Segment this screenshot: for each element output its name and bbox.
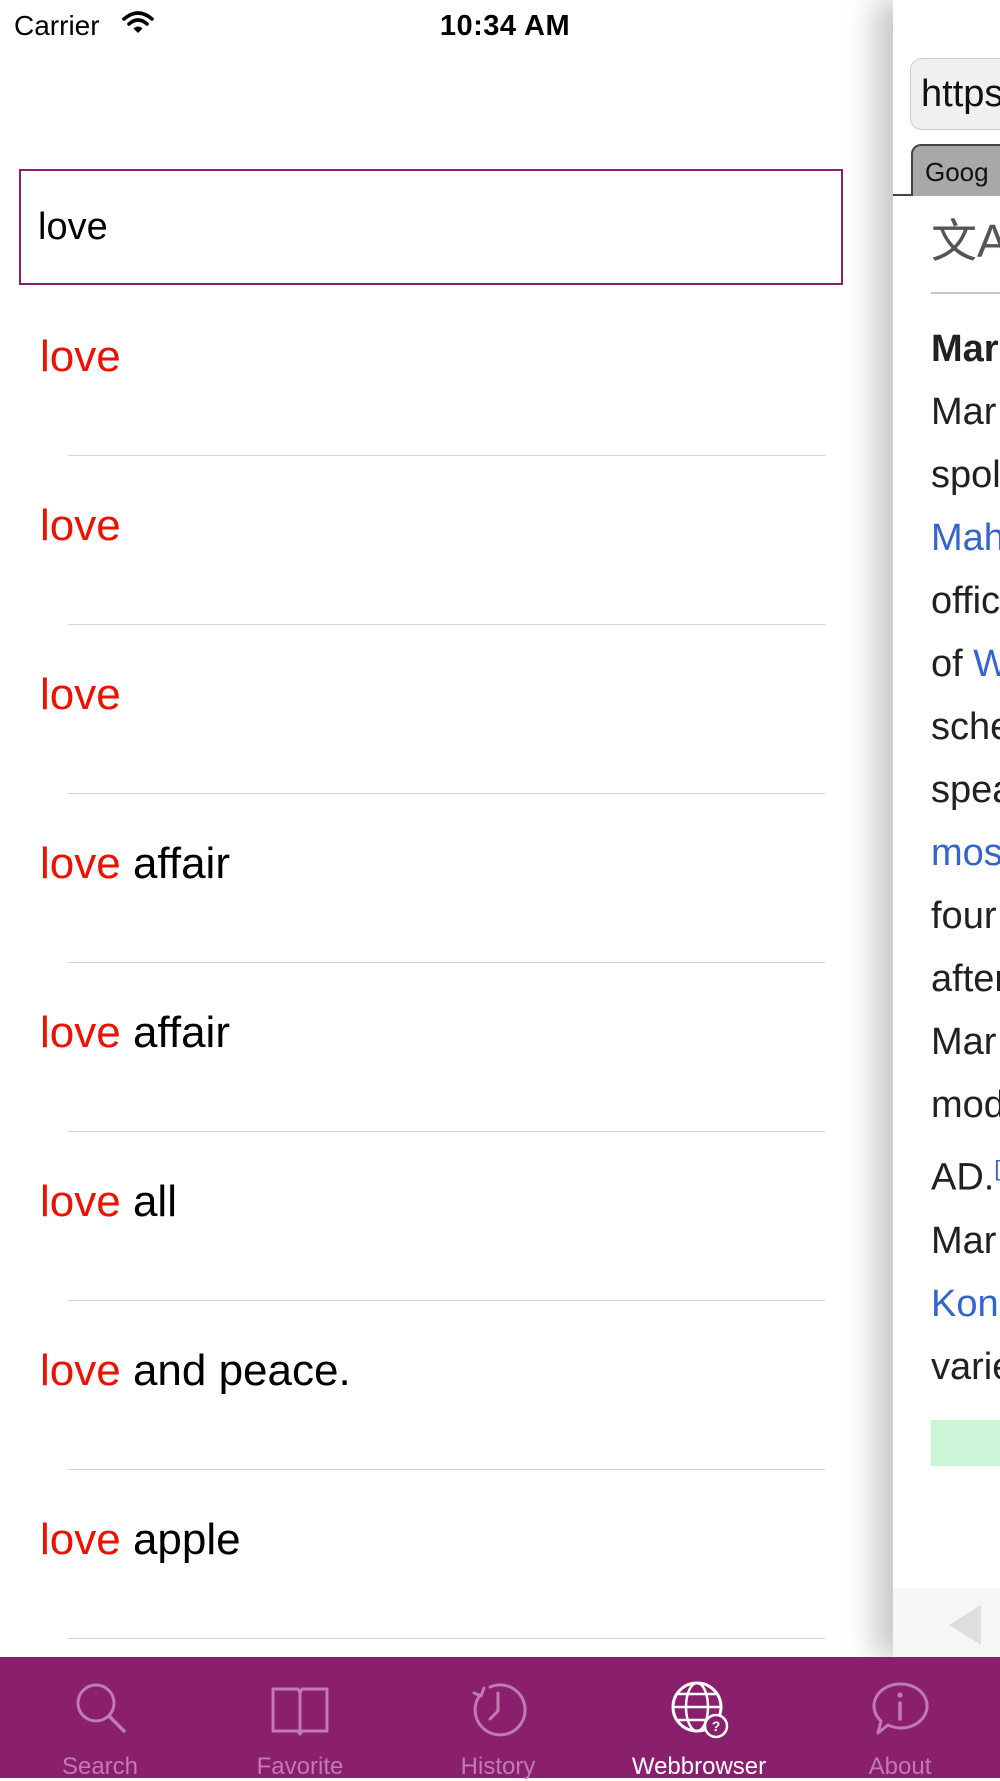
article-line-text: Kon	[931, 1282, 999, 1325]
article-line[interactable]: Kon	[931, 1273, 1000, 1336]
tab-bar: Search Favorite History ? Webbrowser Abo…	[0, 1657, 1000, 1780]
result-row[interactable]: love apple	[0, 1470, 825, 1639]
book-icon	[270, 1679, 330, 1739]
tab-favorite[interactable]: Favorite	[235, 1657, 365, 1780]
browser-toolbar	[893, 1588, 1000, 1657]
info-box	[931, 1420, 1000, 1466]
result-text: love	[40, 501, 121, 551]
search-icon	[70, 1679, 130, 1739]
article-link[interactable]: W	[973, 643, 1000, 685]
result-text: love affair	[40, 1008, 230, 1058]
search-field[interactable]	[19, 169, 843, 285]
article-line-text: sche	[931, 706, 1000, 748]
result-rest: all	[120, 1177, 177, 1226]
article-line: mod	[931, 1074, 1000, 1137]
article-line[interactable]: mos	[931, 822, 1000, 885]
citation-link[interactable]: [	[994, 1156, 1000, 1181]
tab-history-label: History	[460, 1753, 536, 1780]
browser-tab[interactable]: Goog	[911, 144, 1000, 196]
article-line: Mar	[931, 1011, 1000, 1074]
results-list: love love love love affair love affair love a…	[0, 287, 825, 1639]
article-line-text: AD.	[931, 1156, 995, 1199]
article-line: after	[931, 948, 1000, 1011]
divider	[931, 292, 1000, 294]
result-rest: and peace.	[120, 1346, 351, 1395]
article-line-text: spol	[931, 454, 1000, 496]
tab-about[interactable]: About	[838, 1657, 962, 1780]
row-separator	[68, 1638, 825, 1639]
tab-favorite-label: Favorite	[256, 1753, 344, 1780]
article-line: spea	[931, 759, 1000, 822]
article-line-text: spea	[931, 769, 1000, 811]
search-input[interactable]	[38, 171, 831, 283]
url-field[interactable]: https	[910, 58, 1000, 130]
article-line: of W	[931, 633, 1000, 696]
result-highlight: love	[40, 1346, 121, 1395]
article-line-text: Mar	[931, 1219, 997, 1262]
tab-webbrowser[interactable]: ? Webbrowser	[615, 1657, 783, 1780]
result-text: love all	[40, 1177, 177, 1227]
result-highlight: love	[40, 332, 121, 381]
clock-icon	[468, 1679, 528, 1739]
result-highlight: love	[40, 501, 121, 550]
result-row[interactable]: love and peace.	[0, 1301, 825, 1470]
result-rest: affair	[120, 839, 230, 888]
back-arrow-icon[interactable]	[949, 1605, 981, 1645]
result-text: love and peace.	[40, 1346, 351, 1396]
article-line-text: mos	[931, 832, 1000, 874]
tab-history[interactable]: History	[433, 1657, 563, 1780]
result-row[interactable]: love all	[0, 1132, 825, 1301]
article-line: spol	[931, 444, 1000, 507]
article-line-text: Mar	[931, 391, 997, 433]
result-row[interactable]: love affair	[0, 794, 825, 963]
tab-webbrowser-label: Webbrowser	[631, 1753, 767, 1780]
result-highlight: love	[40, 670, 121, 719]
article-line-text: Mah	[931, 517, 1000, 559]
result-row[interactable]: love affair	[0, 963, 825, 1132]
svg-text:?: ?	[712, 1718, 721, 1734]
result-text: love	[40, 332, 121, 382]
status-time: 10:34 AM	[439, 10, 571, 42]
article-line: offic	[931, 570, 1000, 633]
result-highlight: love	[40, 1008, 121, 1057]
web-browser-panel[interactable]: https Goog 文A MarMarspolMahofficof Wsche…	[893, 0, 1000, 1657]
article-line[interactable]: Mah	[931, 507, 1000, 570]
article-line-text: after	[931, 958, 1000, 1000]
result-highlight: love	[40, 839, 121, 888]
status-bar: Carrier 10:34 AM	[0, 0, 1000, 50]
article-line-text: varie	[931, 1345, 1000, 1388]
result-highlight: love	[40, 1515, 121, 1564]
info-bubble-icon	[870, 1679, 930, 1739]
result-row[interactable]: love	[0, 287, 825, 456]
article-line: Mar	[931, 1210, 1000, 1273]
tab-about-label: About	[868, 1753, 932, 1780]
article-line-text: offic	[931, 580, 1000, 622]
article-line: Mar	[931, 318, 1000, 381]
result-text: love	[40, 670, 121, 720]
article-line-text: Mar	[931, 1021, 997, 1063]
article-line: varie	[931, 1336, 1000, 1399]
article-line-text: of	[931, 643, 974, 685]
article-line: four	[931, 885, 1000, 948]
result-rest: apple	[120, 1515, 241, 1564]
result-text: love apple	[40, 1515, 241, 1565]
article-text: MarMarspolMahofficof Wschespeamosfouraft…	[931, 318, 1000, 1399]
article-line: AD.[	[931, 1137, 1000, 1210]
result-highlight: love	[40, 1177, 121, 1226]
result-row[interactable]: love	[0, 625, 825, 794]
article-line-text: mod	[931, 1084, 1000, 1126]
article-line-text: Mar	[931, 328, 999, 370]
tab-search-label: Search	[61, 1753, 139, 1780]
result-text: love affair	[40, 839, 230, 889]
article-line: Mar	[931, 381, 1000, 444]
result-rest: affair	[120, 1008, 230, 1057]
article-line-text: four	[931, 895, 997, 937]
result-row[interactable]: love	[0, 456, 825, 625]
article-line: sche	[931, 696, 1000, 759]
translate-icon[interactable]: 文A	[931, 205, 1000, 271]
globe-icon: ?	[669, 1679, 729, 1739]
tab-search[interactable]: Search	[37, 1657, 163, 1780]
